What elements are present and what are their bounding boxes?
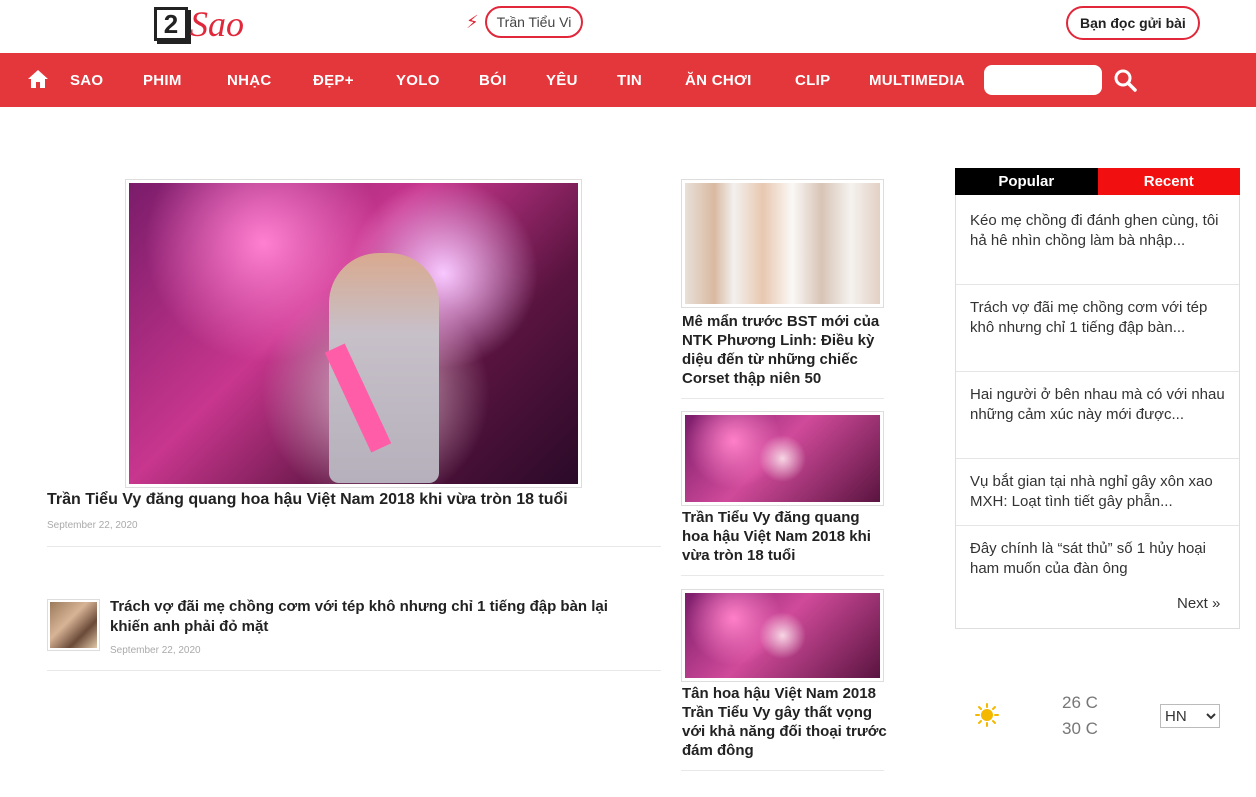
top-bar: 2 Sao ⚡ Trần Tiểu Vi Bạn đọc gửi bài <box>0 0 1256 53</box>
feature-date: September 22, 2020 <box>47 520 138 531</box>
temp-low: 26 C <box>1062 693 1098 712</box>
logo-number: 2 <box>154 7 188 41</box>
divider <box>47 670 661 671</box>
sidebar-item-5[interactable]: Đây chính là “sát thủ” số 1 hủy hoại ham… <box>970 539 1225 579</box>
nav-item-phim[interactable]: PHIM <box>143 72 182 89</box>
nav-item-nhac[interactable]: NHẠC <box>227 72 272 89</box>
secondary-title[interactable]: Trách vợ đãi mẹ chồng cơm với tép khô nh… <box>110 597 650 637</box>
sidebar-item-1[interactable]: Kéo mẹ chồng đi đánh ghen cùng, tôi hả h… <box>970 211 1225 251</box>
tab-popular[interactable]: Popular <box>955 168 1098 195</box>
nav-item-dep[interactable]: ĐẸP+ <box>313 72 354 89</box>
divider <box>956 525 1239 526</box>
nav-item-yolo[interactable]: YOLO <box>396 72 440 89</box>
site-logo[interactable]: 2 Sao <box>154 4 244 44</box>
logo-text: Sao <box>190 4 244 44</box>
middle-thumbnail-2[interactable] <box>681 411 884 506</box>
middle-title-1[interactable]: Mê mẩn trước BST mới của NTK Phương Linh… <box>682 312 887 388</box>
city-select[interactable]: HN <box>1160 704 1220 728</box>
search-icon[interactable] <box>1113 68 1137 92</box>
tab-recent[interactable]: Recent <box>1097 168 1240 195</box>
secondary-thumbnail[interactable] <box>47 599 100 651</box>
secondary-date: September 22, 2020 <box>110 645 201 656</box>
reader-submit-button[interactable]: Bạn đọc gửi bài <box>1066 6 1200 40</box>
hot-tag-link[interactable]: Trần Tiểu Vi <box>484 6 584 38</box>
middle-title-3[interactable]: Tân hoa hậu Việt Nam 2018 Trần Tiểu Vy g… <box>682 684 887 760</box>
main-nav: SAO PHIM NHẠC ĐẸP+ YOLO BÓI YÊU TIN ĂN C… <box>0 53 1256 107</box>
feature-image[interactable] <box>125 179 582 488</box>
divider <box>956 284 1239 285</box>
search-input[interactable] <box>984 65 1102 95</box>
divider <box>956 458 1239 459</box>
divider <box>47 546 661 547</box>
divider <box>681 575 884 576</box>
middle-title-2[interactable]: Trần Tiểu Vy đăng quang hoa hậu Việt Nam… <box>682 508 887 565</box>
next-link[interactable]: Next » <box>1177 595 1220 612</box>
divider <box>681 770 884 771</box>
nav-item-yeu[interactable]: YÊU <box>546 72 578 89</box>
feature-title[interactable]: Trần Tiểu Vy đăng quang hoa hậu Việt Nam… <box>47 491 647 509</box>
sun-icon <box>975 703 999 727</box>
divider <box>681 398 884 399</box>
nav-item-tin[interactable]: TIN <box>617 72 642 89</box>
middle-thumbnail-1[interactable] <box>681 179 884 308</box>
nav-item-multimedia[interactable]: MULTIMEDIA <box>869 72 965 89</box>
sidebar-item-2[interactable]: Trách vợ đãi mẹ chồng cơm với tép khô nh… <box>970 298 1225 338</box>
middle-thumbnail-3[interactable] <box>681 589 884 682</box>
hot-tag-group: ⚡ Trần Tiểu Vi <box>466 6 584 38</box>
nav-item-sao[interactable]: SAO <box>70 72 103 89</box>
sidebar-item-3[interactable]: Hai người ở bên nhau mà có với nhau nhữn… <box>970 385 1225 425</box>
nav-item-boi[interactable]: BÓI <box>479 72 507 89</box>
nav-item-clip[interactable]: CLIP <box>795 72 830 89</box>
home-icon[interactable] <box>27 69 49 89</box>
divider <box>956 371 1239 372</box>
lightning-icon: ⚡ <box>466 11 479 32</box>
temp-high: 30 C <box>1062 719 1098 738</box>
sidebar-tabs: Popular Recent <box>955 168 1240 195</box>
nav-item-an-choi[interactable]: ĂN CHƠI <box>685 72 752 89</box>
sidebar-item-4[interactable]: Vụ bắt gian tại nhà nghỉ gây xôn xao MXH… <box>970 472 1225 512</box>
